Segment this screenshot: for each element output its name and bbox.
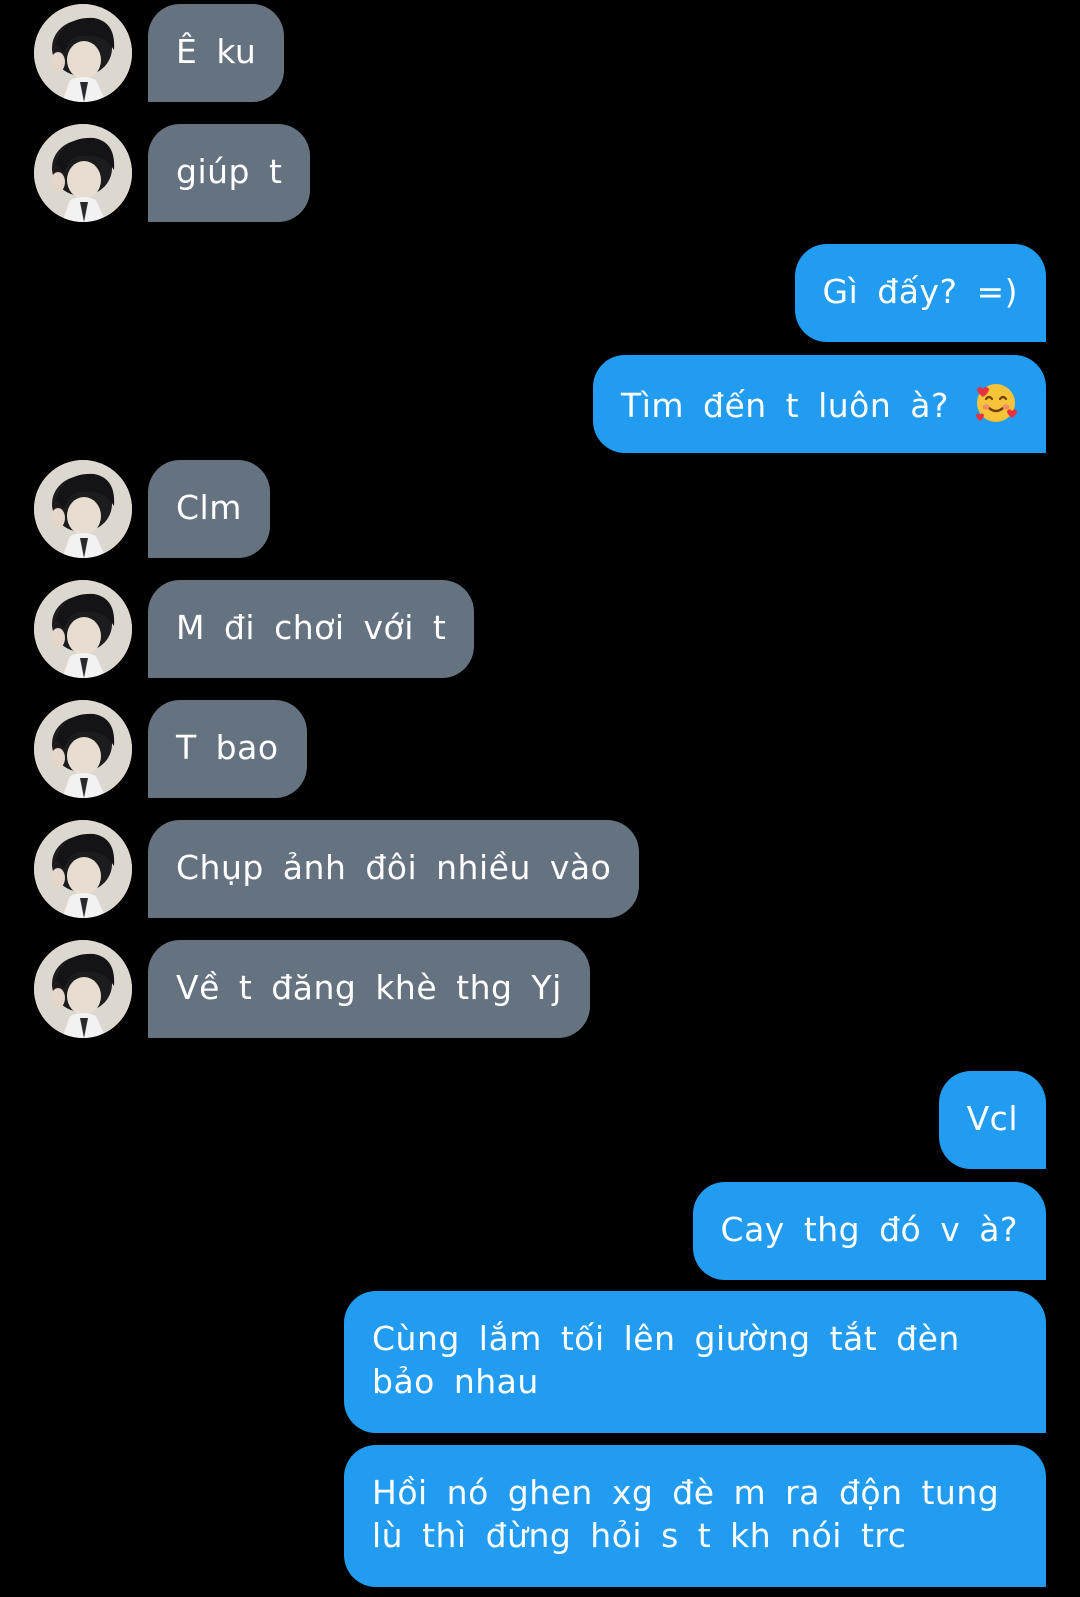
message-bubble-outgoing[interactable]: Vcl — [938, 1071, 1046, 1169]
avatar-image — [34, 460, 132, 558]
message-text: Tìm đến t luôn à? — [621, 386, 949, 425]
smiling-face-with-hearts-icon — [976, 384, 1017, 422]
avatar[interactable] — [34, 460, 132, 558]
avatar-image — [34, 124, 132, 222]
chat-thread[interactable]: Ê ku giúp t Gì đấy? =) Tìm đến t luôn à? — [0, 0, 1080, 1597]
message-bubble-outgoing[interactable]: Cùng lắm tối lên giường tắt đèn bảo nhau — [344, 1291, 1046, 1433]
message-bubble-outgoing[interactable]: Hồi nó ghen xg đè m ra độn tung lù thì đ… — [344, 1445, 1046, 1587]
avatar-image — [34, 700, 132, 798]
avatar[interactable] — [34, 940, 132, 1038]
message-bubble-outgoing[interactable]: Cay thg đó v à? — [692, 1182, 1046, 1280]
avatar[interactable] — [34, 820, 132, 918]
avatar[interactable] — [34, 4, 132, 102]
avatar-image — [34, 940, 132, 1038]
avatar[interactable] — [34, 580, 132, 678]
message-bubble-incoming[interactable]: Clm — [148, 460, 270, 558]
avatar[interactable] — [34, 700, 132, 798]
avatar-image — [34, 580, 132, 678]
message-bubble-incoming[interactable]: T bao — [148, 700, 307, 798]
message-bubble-outgoing[interactable]: Gì đấy? =) — [794, 244, 1046, 342]
avatar[interactable] — [34, 124, 132, 222]
avatar-image — [34, 4, 132, 102]
message-bubble-incoming[interactable]: Ê ku — [148, 4, 285, 102]
message-bubble-incoming[interactable]: giúp t — [148, 124, 311, 222]
message-bubble-incoming[interactable]: Về t đăng khè thg Yj — [148, 940, 590, 1038]
message-bubble-incoming[interactable]: M đi chơi với t — [148, 580, 475, 678]
message-bubble-outgoing[interactable]: Tìm đến t luôn à? — [593, 355, 1046, 453]
avatar-image — [34, 820, 132, 918]
message-bubble-incoming[interactable]: Chụp ảnh đôi nhiều vào — [148, 820, 640, 918]
